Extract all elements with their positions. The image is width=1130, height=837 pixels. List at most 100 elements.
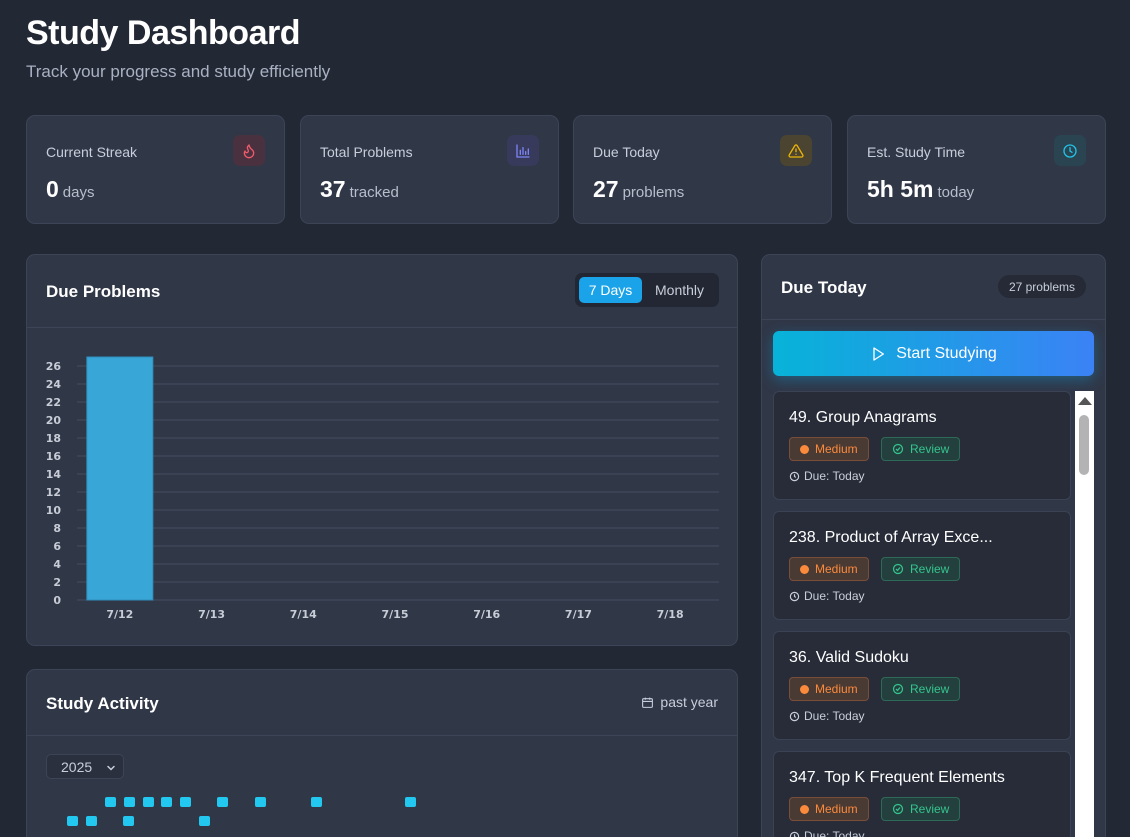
scroll-thumb[interactable] [1079,415,1089,475]
toggle-monthly[interactable]: Monthly [644,277,715,303]
year-select-value: 2025 [61,758,93,775]
activity-cell [405,797,416,807]
difficulty-dot-icon [800,684,809,694]
x-tick-label: 7/13 [198,608,225,621]
y-tick-label: 20 [46,414,62,427]
clock-icon [789,831,800,837]
difficulty-dot-icon [800,564,809,574]
problem-card[interactable]: 347. Top K Frequent Elements Medium Revi… [773,751,1071,837]
check-circle-icon [892,443,904,455]
difficulty-label: Medium [815,442,858,456]
toggle-7-days[interactable]: 7 Days [579,277,643,303]
stat-card-total: Total Problems 37 tracked [300,115,559,224]
due-today-title: Due Today [781,278,867,297]
due-today-panel: Due Today 27 problems Start Studying 49.… [761,254,1106,837]
y-tick-label: 16 [46,450,62,463]
year-select[interactable]: 2025 [46,754,124,779]
y-tick-label: 0 [53,594,61,607]
status-label: Review [910,562,950,576]
activity-cell [180,797,191,807]
status-badge: Review [881,797,961,821]
stat-label: Total Problems [320,144,413,160]
status-label: Review [910,442,950,456]
y-tick-label: 4 [53,558,61,571]
due-date-text: Due: Today [804,589,865,603]
problem-title: 347. Top K Frequent Elements [789,769,1005,786]
due-problems-chart: 024681012141618202224267/12 7/13 7/14 7/15 7… [46,356,719,621]
y-tick-label: 2 [53,576,61,589]
difficulty-dot-icon [800,804,809,814]
stat-number: 27 [593,176,619,202]
difficulty-dot-icon [800,444,809,454]
page-subtitle: Track your progress and study efficientl… [26,62,331,81]
stat-value: 5h 5m today [867,176,974,203]
status-badge: Review [881,557,961,581]
clock-icon [789,471,800,481]
difficulty-label: Medium [815,802,858,816]
due-date: Due: Today [789,589,865,603]
difficulty-badge: Medium [789,557,869,581]
stat-card-time: Est. Study Time 5h 5m today [847,115,1106,224]
due-count-badge: 27 problems [997,275,1086,298]
check-circle-icon [892,563,904,575]
status-badge: Review [881,437,961,461]
status-badge: Review [881,677,961,701]
difficulty-label: Medium [815,682,858,696]
stat-card-streak: Current Streak 0 days [26,115,285,224]
y-tick-label: 14 [46,468,62,481]
difficulty-badge: Medium [789,437,869,461]
stat-label: Due Today [593,144,660,160]
y-tick-label: 8 [53,522,61,535]
status-label: Review [910,682,950,696]
activity-cell [161,797,172,807]
scroll-up-arrow-icon[interactable] [1078,397,1092,405]
activity-cell [105,797,116,807]
start-studying-button[interactable]: Start Studying [773,331,1094,376]
due-date-text: Due: Today [804,829,865,837]
stat-number: 0 [46,176,59,202]
problem-card[interactable]: 49. Group Anagrams Medium Review Due: To… [773,391,1071,500]
difficulty-badge: Medium [789,677,869,701]
y-tick-label: 22 [46,396,61,409]
problem-list-scrollbar[interactable] [1075,391,1094,837]
due-problems-title: Due Problems [46,282,161,301]
x-tick-label: 7/12 [106,608,133,621]
y-tick-label: 12 [46,486,61,499]
problem-title: 238. Product of Array Exce... [789,529,993,546]
problem-title: 36. Valid Sudoku [789,649,909,666]
stat-number: 5h 5m [867,176,934,202]
problem-card[interactable]: 238. Product of Array Exce... Medium Rev… [773,511,1071,620]
stat-number: 37 [320,176,346,202]
clock-icon [789,711,800,721]
stat-value: 0 days [46,176,94,203]
study-activity-panel: Study Activity past year 2025 [26,669,738,837]
due-date-text: Due: Today [804,709,865,723]
check-circle-icon [892,803,904,815]
stat-unit: today [937,184,975,201]
due-date: Due: Today [789,709,865,723]
stat-value: 37 tracked [320,176,399,203]
check-circle-icon [892,683,904,695]
stat-label: Est. Study Time [867,144,966,160]
y-tick-label: 26 [46,360,62,373]
y-tick-label: 24 [46,378,62,391]
difficulty-label: Medium [815,562,858,576]
stat-value: 27 problems [593,176,684,203]
panel-divider [27,735,737,736]
x-tick-label: 7/16 [473,608,500,621]
x-tick-label: 7/14 [290,608,317,621]
stat-label: Current Streak [46,144,138,160]
flame-icon [233,135,265,166]
activity-cell [199,816,210,826]
x-tick-label: 7/17 [565,608,592,621]
problem-title: 49. Group Anagrams [789,409,937,426]
clock-icon [1054,135,1086,166]
problem-card[interactable]: 36. Valid Sudoku Medium Review Due: Toda… [773,631,1071,740]
warning-icon [780,135,812,166]
panel-divider [762,319,1105,320]
clock-icon [789,591,800,601]
activity-cell [255,797,266,807]
play-icon [873,346,885,361]
activity-cell [311,797,322,807]
due-date: Due: Today [789,469,865,483]
